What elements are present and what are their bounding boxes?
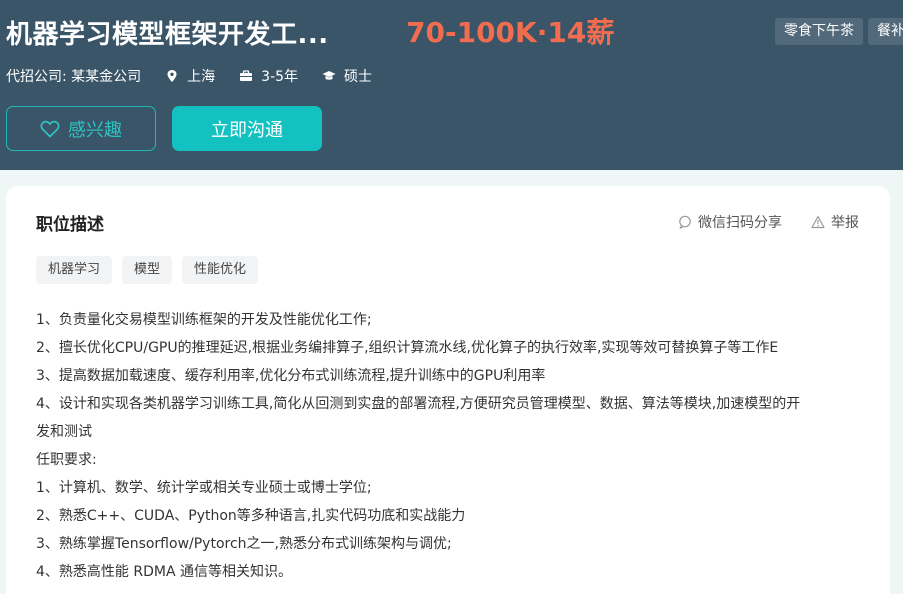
skill-tags: 机器学习 模型 性能优化 [36,256,268,284]
degree-info: 硕士 [322,66,372,86]
company-label: 代招公司: 某某金公司 [6,69,142,85]
welfare-tag-snacks: 零食下午茶 [775,18,863,45]
skill-tag: 机器学习 [36,256,113,284]
location-pin-icon [167,70,177,82]
job-description: 1、负责量化交易模型训练框架的开发及性能优化工作; 2、擅长优化CPU/GPU的… [36,306,866,586]
warning-icon [811,215,825,229]
experience-info: 3-5年 [239,66,298,86]
description-line: 4、设计和实现各类机器学习训练工具,简化从回测到实盘的部署流程,方便研究员管理模… [36,396,801,412]
location-info: 上海 [165,66,215,86]
briefcase-icon [240,70,253,81]
job-description-card: 职位描述 微信扫码分享 举报 机器学习 模型 性能优化 1、负责量化交易模型训练… [6,186,890,594]
company-info: 代招公司: 某某金公司 [6,66,141,86]
report-label: 举报 [831,215,859,231]
location-text: 上海 [187,69,216,85]
description-line: 2、擅长优化CPU/GPU的推理延迟,根据业务编排算子,组织计算流水线,优化算子… [36,340,779,356]
wechat-share-link[interactable]: 微信扫码分享 [678,212,782,232]
skill-tag: 性能优化 [182,256,259,284]
welfare-tag-meal: 餐补 [868,18,903,45]
share-label: 微信扫码分享 [698,215,782,231]
interest-button-label: 感兴趣 [68,119,122,141]
description-line: 发和测试 [36,424,92,440]
job-title: 机器学习模型框架开发工... [6,20,329,50]
degree-text: 硕士 [344,69,373,85]
graduation-cap-icon [322,71,336,80]
heart-icon [40,120,60,138]
description-line: 3、提高数据加载速度、缓存利用率,优化分布式训练流程,提升训练中的GPU利用率 [36,368,546,384]
description-line: 4、熟悉高性能 RDMA 通信等相关知识。 [36,564,292,580]
description-line: 1、计算机、数学、统计学或相关专业硕士或博士学位; [36,480,372,496]
requirements-heading: 任职要求: [36,452,97,468]
job-meta-row: 代招公司: 某某金公司 上海 3-5年 硕士 [6,66,396,86]
experience-text: 3-5年 [261,69,299,85]
job-header: 机器学习模型框架开发工... 70-100K·14薪 零食下午茶 餐补 代招公司… [0,0,903,170]
salary: 70-100K·14薪 [406,16,615,49]
chat-bubble-icon [679,215,691,229]
report-link[interactable]: 举报 [811,212,859,232]
skill-tag: 模型 [122,256,173,284]
description-line: 3、熟练掌握Tensorflow/Pytorch之一,熟悉分布式训练架构与调优; [36,536,452,552]
section-title: 职位描述 [36,215,104,235]
chat-now-button-label: 立即沟通 [211,119,283,141]
description-line: 1、负责量化交易模型训练框架的开发及性能优化工作; [36,312,372,328]
chat-now-button[interactable]: 立即沟通 [172,106,322,151]
interest-button[interactable]: 感兴趣 [6,106,156,151]
description-line: 2、熟悉C++、CUDA、Python等多种语言,扎实代码功底和实战能力 [36,508,466,524]
